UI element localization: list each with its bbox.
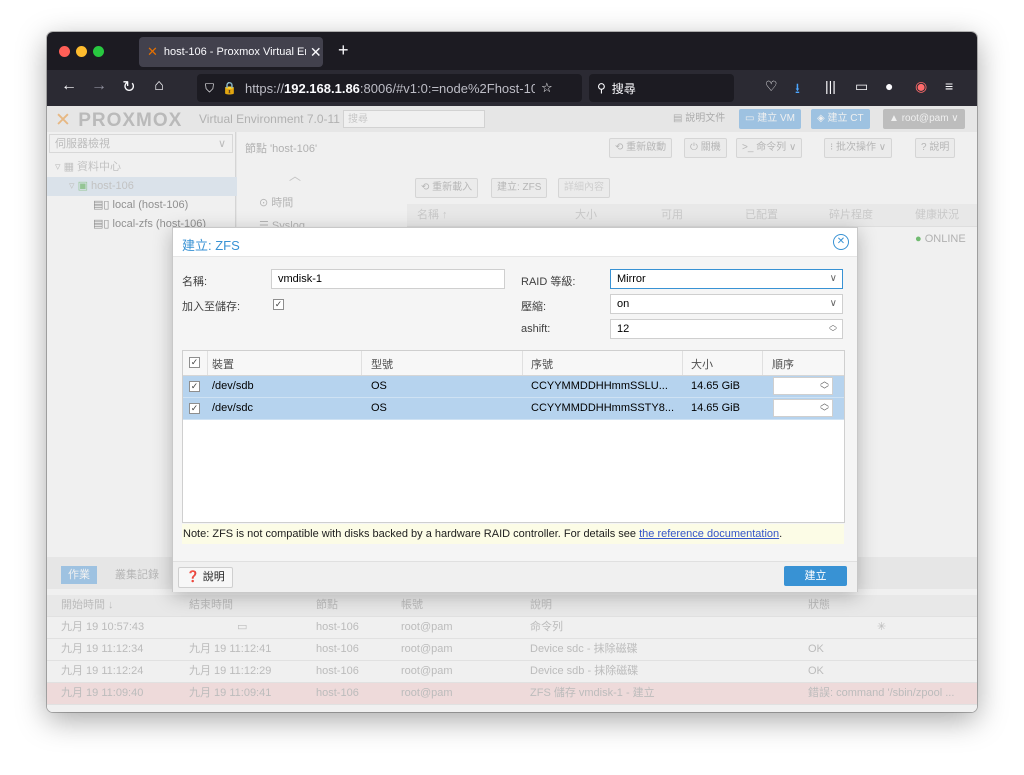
minimize-window-button[interactable] (76, 46, 87, 57)
disk-size: 14.65 GiB (691, 402, 740, 414)
question-icon: ❓ (186, 571, 200, 583)
column-divider (207, 351, 208, 375)
ashift-spinner[interactable]: 12 ︿ ﹀ (610, 319, 843, 339)
dialog-footer: ❓ 說明 建立 (173, 561, 857, 592)
search-icon: ⚲ (597, 81, 606, 95)
col-model[interactable]: 型號 (371, 356, 393, 372)
nav-bar: ← → ↻ ⌂ ⛉ 🔒 https://192.168.1.86:8006/#v… (47, 70, 977, 106)
disk-model: OS (371, 380, 387, 392)
name-label: 名稱: (182, 276, 208, 288)
disk-row[interactable]: ✓ /dev/sdb OS CCYYMMDDHHmmSSLU... 14.65 … (183, 376, 844, 398)
col-order[interactable]: 順序 (772, 356, 794, 372)
column-divider (361, 351, 362, 375)
forward-icon[interactable]: → (89, 77, 109, 95)
chevron-down-icon: ∨ (829, 298, 837, 309)
column-divider (682, 351, 683, 375)
col-size[interactable]: 大小 (691, 356, 713, 372)
disk-serial: CCYYMMDDHHmmSSTY8... (531, 402, 675, 414)
spinner-arrows-icon[interactable]: ︿ ﹀ (820, 377, 829, 395)
url-text: https://192.168.1.86:8006/#v1:0:=node%2F… (244, 80, 535, 96)
disk-device: /dev/sdc (212, 402, 253, 414)
proxmox-favicon-icon: ✕ (147, 44, 158, 59)
order-spinner[interactable]: ︿ ﹀ (773, 377, 833, 395)
search-bar[interactable]: ⚲ 搜尋 (589, 74, 734, 102)
ashift-label: ashift: (521, 323, 551, 335)
dialog-help-button[interactable]: ❓ 說明 (178, 567, 233, 588)
zfs-raid-note: Note: ZFS is not compatible with disks b… (182, 524, 844, 544)
tab-title: host-106 - Proxmox Virtual Envi (163, 46, 306, 58)
url-bar[interactable]: ⛉ 🔒 https://192.168.1.86:8006/#v1:0:=nod… (197, 74, 582, 102)
menu-icon[interactable]: ≡ (945, 78, 953, 94)
raid-label: RAID 等級: (521, 276, 576, 288)
order-spinner[interactable]: ︿ ﹀ (773, 399, 833, 417)
search-placeholder: 搜尋 (611, 81, 636, 96)
spinner-arrows-icon[interactable]: ︿ ﹀ (820, 399, 829, 417)
disk-checkbox[interactable]: ✓ (189, 381, 200, 392)
new-tab-icon[interactable]: + (338, 40, 349, 61)
close-icon[interactable]: ✕ (833, 234, 849, 250)
sidebar-icon[interactable]: ▭ (855, 78, 868, 95)
pocket-icon[interactable]: ♡ (765, 78, 778, 95)
disk-row[interactable]: ✓ /dev/sdc OS CCYYMMDDHHmmSSTY8... 14.65… (183, 398, 844, 420)
chevron-down-icon: ∨ (829, 273, 837, 284)
disk-model: OS (371, 402, 387, 414)
tab-bar: ✕ host-106 - Proxmox Virtual Envi ✕ + (47, 32, 977, 70)
compression-select[interactable]: on ∨ (610, 294, 843, 314)
create-button[interactable]: 建立 (784, 566, 847, 586)
download-icon[interactable]: ⭳ (795, 78, 800, 102)
back-icon[interactable]: ← (59, 77, 79, 95)
bookmark-star-icon[interactable]: ☆ (541, 80, 553, 96)
maximize-window-button[interactable] (93, 46, 104, 57)
select-all-checkbox[interactable]: ✓ (189, 357, 200, 368)
compress-label: 壓縮: (521, 301, 547, 313)
reference-docs-link[interactable]: the reference documentation (639, 528, 779, 540)
disk-size: 14.65 GiB (691, 380, 740, 392)
name-input[interactable]: vmdisk-1 (271, 269, 505, 289)
tab-close-icon[interactable]: ✕ (310, 44, 322, 61)
raid-level-select[interactable]: Mirror ∨ (610, 269, 843, 289)
disk-grid-header: ✓ 裝置 型號 序號 大小 順序 (183, 351, 844, 376)
disk-grid: ✓ 裝置 型號 序號 大小 順序 ✓ /dev/sdb OS CCYYMMDDH… (182, 350, 845, 523)
dialog-title: 建立: ZFS (182, 238, 240, 253)
col-serial[interactable]: 序號 (531, 356, 553, 372)
shield-icon[interactable]: ⛉ (205, 81, 214, 96)
extension-icon[interactable]: ● (885, 78, 893, 94)
spinner-arrows-icon[interactable]: ︿ ﹀ (829, 321, 837, 337)
column-divider (522, 351, 523, 375)
close-window-button[interactable] (59, 46, 70, 57)
dialog-header: 建立: ZFS ✕ (173, 228, 857, 257)
col-device[interactable]: 裝置 (212, 356, 234, 372)
column-divider (762, 351, 763, 375)
disk-device: /dev/sdb (212, 380, 254, 392)
reload-icon[interactable]: ↻ (119, 77, 139, 97)
home-icon[interactable]: ⌂ (149, 77, 169, 95)
lock-icon[interactable]: 🔒 (222, 81, 237, 95)
disk-serial: CCYYMMDDHHmmSSLU... (531, 380, 668, 392)
add-storage-label: 加入至儲存: (182, 301, 241, 313)
library-icon[interactable]: ||| (825, 78, 836, 94)
add-storage-checkbox[interactable]: ✓ (273, 299, 284, 310)
browser-tab[interactable]: ✕ host-106 - Proxmox Virtual Envi ✕ (139, 37, 323, 67)
disk-checkbox[interactable]: ✓ (189, 403, 200, 414)
browser-window: ✕ host-106 - Proxmox Virtual Envi ✕ + ← … (47, 32, 977, 712)
create-zfs-dialog: 建立: ZFS ✕ 名稱: vmdisk-1 加入至儲存: ✓ RAID 等級:… (172, 227, 858, 592)
account-icon[interactable]: ◉ (915, 78, 927, 95)
